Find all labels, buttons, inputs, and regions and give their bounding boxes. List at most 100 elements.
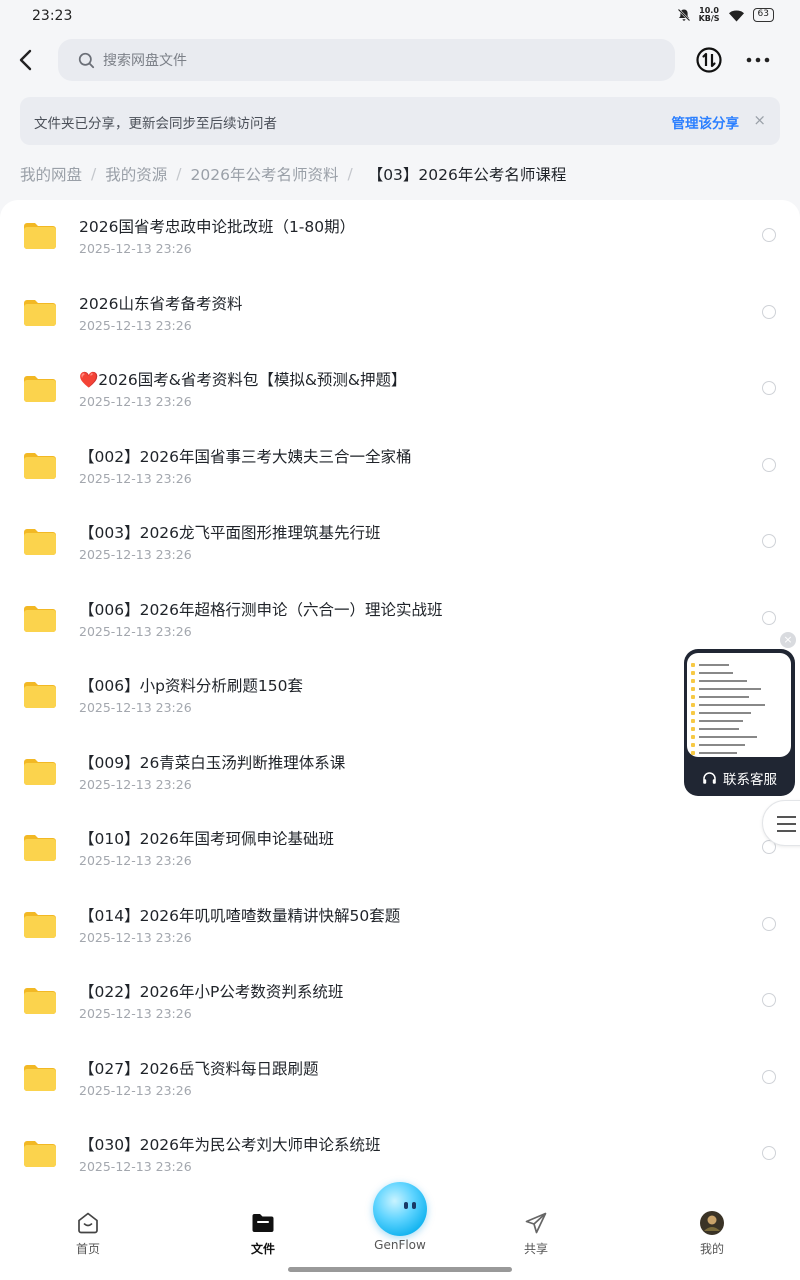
customer-service-card[interactable]: 联系客服 bbox=[684, 649, 795, 796]
folder-icon bbox=[24, 376, 56, 402]
tab-me[interactable]: 我的 bbox=[662, 1210, 762, 1257]
preview-line bbox=[691, 695, 751, 699]
select-checkbox[interactable] bbox=[762, 457, 776, 472]
file-row[interactable]: 【022】2026年小P公考数资判系统班 2025-12-13 23:26 bbox=[0, 965, 800, 1041]
file-date: 2025-12-13 23:26 bbox=[79, 853, 192, 868]
file-name: 【003】2026龙飞平面图形推理筑基先行班 bbox=[79, 524, 381, 542]
breadcrumb-item-my-drive[interactable]: 我的网盘 bbox=[20, 163, 82, 185]
search-icon bbox=[78, 52, 95, 68]
contact-service-button[interactable]: 联系客服 bbox=[702, 768, 777, 788]
file-date: 2025-12-13 23:26 bbox=[79, 623, 192, 639]
floating-card-close-icon[interactable]: × bbox=[780, 632, 796, 648]
home-icon bbox=[78, 1212, 98, 1234]
breadcrumb-item-my-resources[interactable]: 我的资源 bbox=[105, 163, 167, 185]
select-checkbox[interactable] bbox=[762, 1146, 776, 1160]
close-icon[interactable]: × bbox=[753, 112, 766, 128]
file-date: 2025-12-13 23:26 bbox=[79, 1159, 192, 1174]
file-name: 2026山东省考备考资料 bbox=[79, 294, 243, 313]
select-checkbox[interactable] bbox=[762, 610, 776, 625]
file-list: 2026国省考忠政申论批改班（1-80期） 2025-12-13 23:26 202… bbox=[0, 200, 800, 1196]
preview-line bbox=[691, 719, 745, 723]
folder-icon bbox=[24, 911, 56, 938]
file-date: 2025-12-13 23:26 bbox=[79, 394, 192, 409]
battery-icon: 63 bbox=[752, 8, 774, 22]
file-date: 2025-12-13 23:26 bbox=[79, 547, 192, 562]
select-checkbox[interactable] bbox=[762, 993, 776, 1007]
back-icon[interactable] bbox=[14, 46, 40, 74]
file-row[interactable]: 【006】小p资料分析刷题150套 2025-12-13 23:26 bbox=[0, 659, 800, 735]
avatar-icon bbox=[700, 1211, 724, 1235]
manage-share-link[interactable]: 管理该分享 bbox=[672, 112, 740, 132]
status-bar: 23:23 10.0 KB/S 63 bbox=[0, 0, 800, 34]
search-placeholder: 搜索网盘文件 bbox=[103, 53, 187, 69]
file-row[interactable]: 【002】2026年国省事三考大姨夫三合一全家桶 2025-12-13 23:26 bbox=[0, 430, 800, 506]
breadcrumb-item-2026-materials[interactable]: 2026年公考名师资料 bbox=[191, 163, 339, 185]
file-name: 【014】2026年叽叽喳喳数量精讲快解50套题 bbox=[79, 906, 401, 925]
file-date: 2025-12-13 23:26 bbox=[79, 1082, 192, 1098]
file-name: 2026国省考忠政申论批改班（1-80期） bbox=[79, 218, 356, 236]
file-row[interactable]: 【003】2026龙飞平面图形推理筑基先行班 2025-12-13 23:26 bbox=[0, 506, 800, 582]
preview-line bbox=[691, 735, 759, 739]
file-name: 【009】26青菜白玉汤判断推理体系课 bbox=[79, 753, 346, 772]
home-indicator bbox=[288, 1267, 512, 1272]
more-icon[interactable] bbox=[744, 46, 772, 74]
select-checkbox[interactable] bbox=[762, 916, 776, 931]
select-checkbox[interactable] bbox=[762, 534, 776, 548]
tab-files-label: 文件 bbox=[250, 1242, 275, 1256]
net-speed: 10.0 KB/S bbox=[698, 6, 720, 23]
file-date: 2025-12-13 23:26 bbox=[79, 470, 192, 486]
preview-line bbox=[691, 743, 747, 747]
file-date: 2025-12-13 23:26 bbox=[79, 929, 192, 945]
file-row[interactable]: 【010】2026年国考珂佩申论基础班 2025-12-13 23:26 bbox=[0, 812, 800, 888]
preview-line bbox=[691, 711, 753, 715]
tab-genflow-label[interactable]: GenFlow bbox=[350, 1238, 450, 1252]
select-checkbox[interactable] bbox=[762, 304, 776, 319]
breadcrumb-separator: / bbox=[91, 165, 97, 183]
breadcrumb-separator: / bbox=[176, 165, 182, 183]
tab-share-label: 共享 bbox=[523, 1242, 548, 1256]
file-date: 2025-12-13 23:26 bbox=[79, 1006, 192, 1021]
transfer-icon[interactable] bbox=[695, 46, 723, 74]
file-row[interactable]: ❤️2026国考&省考资料包【模拟&预测&押题】 2025-12-13 23:26 bbox=[0, 353, 800, 429]
breadcrumb-current: 【03】2026年公考名师课程 bbox=[367, 166, 567, 184]
tab-files[interactable]: 文件 bbox=[213, 1210, 313, 1257]
preview-line bbox=[691, 703, 767, 707]
tab-share[interactable]: 共享 bbox=[486, 1210, 586, 1257]
select-checkbox[interactable] bbox=[762, 228, 776, 242]
genflow-mascot-icon[interactable] bbox=[373, 1182, 427, 1236]
mute-bell-icon bbox=[677, 8, 690, 22]
select-checkbox[interactable] bbox=[762, 381, 776, 395]
customer-service-preview bbox=[687, 653, 791, 757]
tab-me-label: 我的 bbox=[699, 1242, 724, 1256]
share-banner-text: 文件夹已分享，更新会同步至后续访问者 bbox=[34, 116, 277, 132]
file-date: 2025-12-13 23:26 bbox=[79, 317, 192, 333]
file-name: 【030】2026年为民公考刘大师申论系统班 bbox=[79, 1136, 381, 1154]
file-row[interactable]: 2026山东省考备考资料 2025-12-13 23:26 bbox=[0, 277, 800, 353]
headset-icon bbox=[703, 771, 716, 784]
breadcrumb-separator: / bbox=[347, 165, 353, 183]
preview-line bbox=[691, 671, 735, 675]
folder-icon bbox=[24, 758, 56, 785]
file-row[interactable]: 2026国省考忠政申论批改班（1-80期） 2025-12-13 23:26 bbox=[0, 200, 800, 276]
search-input[interactable]: 搜索网盘文件 bbox=[58, 39, 675, 81]
file-row[interactable]: 【006】2026年超格行测申论（六合一）理论实战班 2025-12-13 23:… bbox=[0, 583, 800, 659]
share-banner: 文件夹已分享，更新会同步至后续访问者 管理该分享 × bbox=[20, 97, 780, 145]
tab-home[interactable]: 首页 bbox=[38, 1210, 138, 1257]
folder-icon bbox=[24, 299, 56, 326]
preview-line bbox=[691, 687, 763, 691]
file-name: 【006】2026年超格行测申论（六合一）理论实战班 bbox=[79, 600, 443, 619]
folder-icon bbox=[24, 223, 56, 249]
preview-line bbox=[691, 751, 739, 755]
file-row[interactable]: 【009】26青菜白玉汤判断推理体系课 2025-12-13 23:26 bbox=[0, 736, 800, 812]
file-row[interactable]: 【027】2026岳飞资料每日跟刷题 2025-12-13 23:26 bbox=[0, 1042, 800, 1118]
folder-icon bbox=[24, 1064, 56, 1091]
file-row[interactable]: 【014】2026年叽叽喳喳数量精讲快解50套题 2025-12-13 23:26 bbox=[0, 889, 800, 965]
folder-icon bbox=[24, 682, 56, 708]
side-menu-handle[interactable] bbox=[762, 800, 800, 846]
contact-service-label: 联系客服 bbox=[723, 772, 777, 788]
file-date: 2025-12-13 23:26 bbox=[79, 700, 192, 715]
folder-icon bbox=[24, 1141, 56, 1167]
select-checkbox[interactable] bbox=[762, 1069, 776, 1084]
status-time: 23:23 bbox=[32, 8, 73, 24]
folder-icon bbox=[24, 988, 56, 1014]
